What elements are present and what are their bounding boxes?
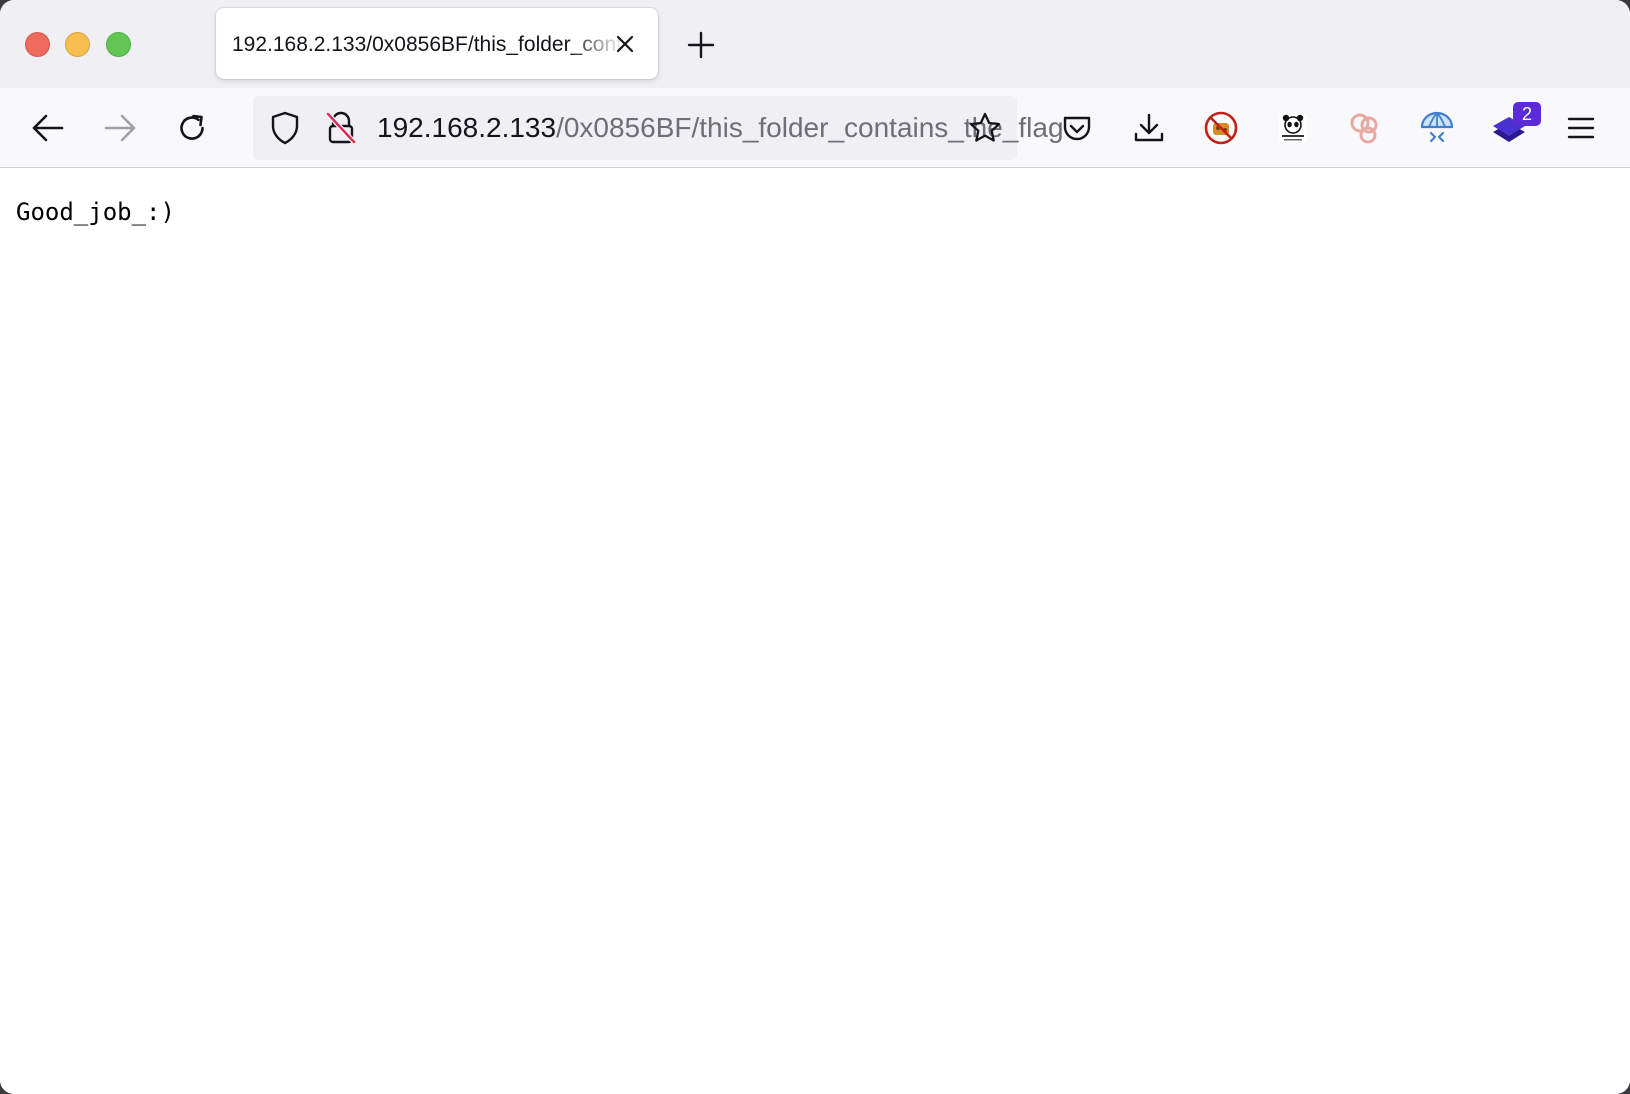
extension-badge: 2 (1513, 102, 1541, 126)
star-icon[interactable] (965, 108, 1005, 148)
window-minimize-button[interactable] (65, 32, 90, 57)
navigation-toolbar: 192.168.2.133/0x0856BF/this_folder_conta… (0, 88, 1630, 168)
tab-active[interactable]: 192.168.2.133/0x0856BF/this_folder_conta… (216, 8, 658, 79)
hamburger-menu-icon[interactable] (1561, 108, 1601, 148)
page-text: Good_job_:) (16, 198, 175, 226)
browser-window: 192.168.2.133/0x0856BF/this_folder_conta… (0, 0, 1630, 1094)
rings-extension-icon[interactable] (1345, 108, 1385, 148)
close-icon[interactable] (612, 31, 638, 57)
page-content: Good_job_:) (0, 168, 1630, 1094)
reload-icon[interactable] (172, 108, 212, 148)
tab-strip: 192.168.2.133/0x0856BF/this_folder_conta… (0, 0, 1630, 88)
umbrella-extension-icon[interactable] (1417, 108, 1457, 148)
pocket-icon[interactable] (1057, 108, 1097, 148)
url-host: 192.168.2.133 (377, 112, 557, 143)
window-close-button[interactable] (25, 32, 50, 57)
download-icon[interactable] (1129, 108, 1169, 148)
url-bar[interactable]: 192.168.2.133/0x0856BF/this_folder_conta… (253, 96, 1064, 160)
plus-icon[interactable] (686, 30, 716, 60)
window-zoom-button[interactable] (106, 32, 131, 57)
blocked-extension-icon[interactable] (1201, 108, 1241, 148)
arrow-right-icon[interactable] (100, 108, 140, 148)
insecure-lock-icon[interactable] (321, 108, 361, 148)
panda-extension-icon[interactable] (1273, 108, 1313, 148)
arrow-left-icon[interactable] (28, 108, 68, 148)
tab-title: 192.168.2.133/0x0856BF/this_folder_conta… (232, 33, 624, 56)
layers-extension-icon[interactable]: 2 (1489, 102, 1541, 148)
shield-icon[interactable] (265, 108, 305, 148)
